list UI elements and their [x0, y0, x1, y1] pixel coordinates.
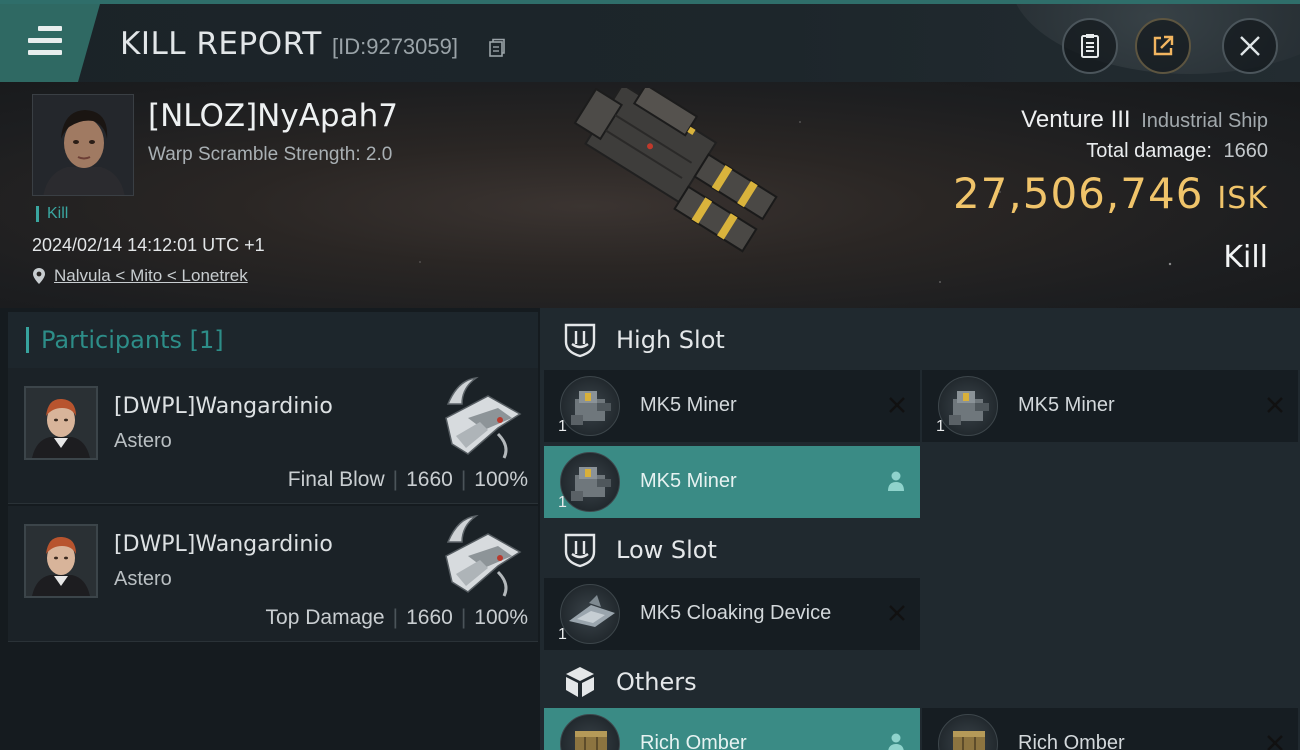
ore-crate-icon — [560, 714, 620, 750]
others-header: Others — [544, 650, 1300, 714]
high-slot-header: High Slot — [544, 308, 1300, 372]
ship-class: Industrial Ship — [1141, 110, 1268, 132]
module-quantity: 1 — [558, 418, 567, 435]
module-item[interactable]: 1 MK5 Cloaking Device — [544, 578, 920, 650]
kill-timestamp: 2024/02/14 14:12:01 UTC +1 — [32, 235, 265, 255]
participant-avatar — [24, 524, 98, 598]
participant-stats: Final Blow | 1660 | 100% — [287, 468, 528, 491]
location: Nalvula < Mito < Lonetrek — [32, 266, 248, 286]
location-pin-icon — [33, 268, 45, 284]
ship-name: Venture III — [1021, 106, 1131, 133]
copy-icon[interactable] — [488, 38, 506, 58]
cube-icon — [566, 667, 594, 697]
participant-ship: Astero — [114, 568, 172, 590]
isk-unit: ISK — [1217, 181, 1268, 216]
isk-value: 27,506,746 — [952, 169, 1204, 218]
kill-id: [ID:9273059] — [332, 34, 458, 59]
fitting-panel: High Slot 1 MK5 Miner 1 MK5 Miner 1 MK5 … — [540, 308, 1300, 750]
module-item-highlighted[interactable]: Rich Omber — [544, 708, 920, 750]
shield-slot-icon — [564, 533, 596, 568]
participant-percent: 100% — [474, 606, 528, 629]
participant-avatar — [24, 386, 98, 460]
ship-render — [573, 88, 778, 253]
header-bar: KILL REPORT [ID:9273059] — [0, 0, 1300, 82]
share-icon — [1153, 35, 1174, 56]
participant-damage: 1660 — [406, 468, 453, 491]
module-item[interactable]: 1 MK5 Miner — [544, 370, 920, 442]
clipboard-icon — [1081, 34, 1099, 58]
module-item[interactable]: Rich Omber — [922, 708, 1298, 750]
participants-panel: Participants [1] [DWPL]Wangardinio Aster… — [0, 308, 540, 750]
module-quantity: 1 — [936, 418, 945, 435]
remove-x-icon[interactable] — [1264, 394, 1286, 416]
miner-module-icon — [560, 376, 620, 436]
low-slot-label: Low Slot — [616, 536, 717, 564]
module-quantity: 1 — [558, 626, 567, 643]
others-label: Others — [616, 668, 697, 696]
cloaking-device-icon — [560, 584, 620, 644]
total-damage-line: Total damage: 1660 — [953, 140, 1268, 163]
person-icon[interactable] — [886, 732, 906, 750]
miner-module-icon — [938, 376, 998, 436]
victim-name: [NLOZ]NyApah7 — [148, 98, 398, 134]
close-button[interactable] — [1222, 18, 1278, 74]
victim-portrait[interactable] — [32, 94, 134, 196]
kill-result: Kill — [1223, 240, 1268, 275]
victim-panel: [NLOZ]NyApah7 Warp Scramble Strength: 2.… — [0, 82, 1300, 308]
module-name: MK5 Miner — [640, 394, 737, 416]
module-quantity: 1 — [558, 494, 567, 511]
module-name: MK5 Miner — [1018, 394, 1115, 416]
module-name: Rich Omber — [640, 732, 747, 750]
astero-ship-icon — [445, 376, 522, 459]
clipboard-button[interactable] — [1062, 18, 1118, 74]
share-button[interactable] — [1135, 18, 1191, 74]
participant-percent: 100% — [474, 468, 528, 491]
participants-header: Participants [1] — [8, 312, 538, 368]
remove-x-icon[interactable] — [886, 602, 908, 624]
participant-ship: Astero — [114, 430, 172, 452]
module-item-highlighted[interactable]: 1 MK5 Miner — [544, 446, 920, 518]
ship-info: Venture III Industrial Ship Total damage… — [953, 106, 1268, 275]
miner-module-icon — [560, 452, 620, 512]
module-name: MK5 Miner — [640, 470, 737, 492]
ship-name-line: Venture III Industrial Ship — [953, 106, 1268, 134]
total-damage-value: 1660 — [1223, 140, 1269, 162]
module-item[interactable]: 1 MK5 Miner — [922, 370, 1298, 442]
remove-x-icon[interactable] — [886, 394, 908, 416]
ore-crate-icon — [938, 714, 998, 750]
menu-button[interactable] — [0, 4, 100, 82]
remove-x-icon[interactable] — [1264, 732, 1286, 750]
victim-avatar — [33, 95, 133, 195]
participant-row[interactable]: [DWPL]Wangardinio Astero Top Damage | 1660… — [8, 506, 538, 642]
participant-name: [DWPL]Wangardinio — [114, 394, 333, 419]
module-name: MK5 Cloaking Device — [640, 602, 832, 624]
participant-name: [DWPL]Wangardinio — [114, 532, 333, 557]
person-icon[interactable] — [886, 470, 906, 492]
header-accent-bar — [26, 327, 29, 353]
participant-role: Top Damage — [265, 606, 385, 629]
page-title: KILL REPORT — [120, 26, 322, 62]
isk-value-line: 27,506,746 ISK — [953, 169, 1268, 218]
participants-label: Participants [1] — [41, 326, 224, 354]
astero-ship-icon — [445, 514, 522, 597]
kill-tag: Kill — [36, 206, 68, 222]
shield-slot-icon — [564, 323, 596, 358]
participant-stats: Top Damage | 1660 | 100% — [265, 606, 528, 629]
participant-row[interactable]: [DWPL]Wangardinio Astero Final Blow | 1660… — [8, 368, 538, 504]
participant-role: Final Blow — [287, 468, 385, 491]
close-icon — [1240, 36, 1260, 56]
low-slot-header: Low Slot — [544, 518, 1300, 582]
total-damage-label: Total damage: — [1086, 140, 1212, 162]
participant-damage: 1660 — [406, 606, 453, 629]
module-name: Rich Omber — [1018, 732, 1125, 750]
menu-icon — [28, 26, 62, 62]
location-link[interactable]: Nalvula < Mito < Lonetrek — [54, 266, 248, 286]
high-slot-label: High Slot — [616, 326, 725, 354]
warp-scramble-strength: Warp Scramble Strength: 2.0 — [148, 144, 393, 165]
